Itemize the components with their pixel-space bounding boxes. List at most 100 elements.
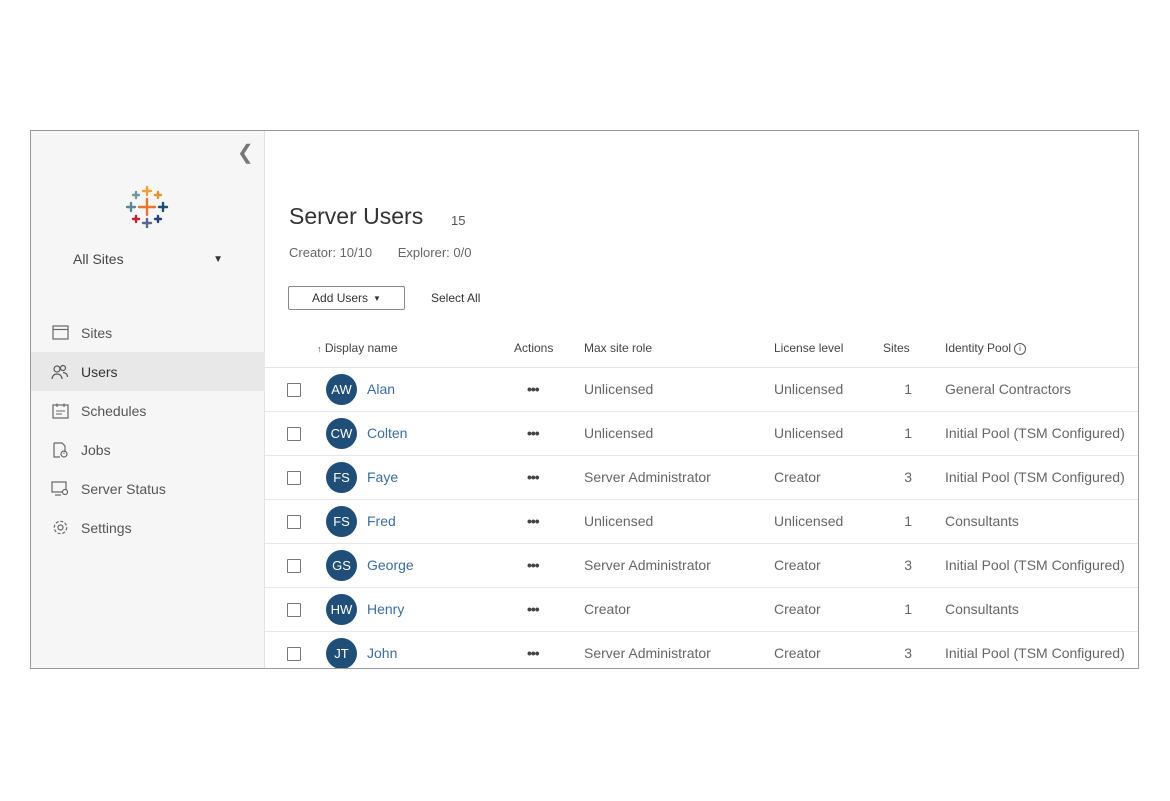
sidebar-item-label: Server Status — [81, 480, 166, 497]
column-header-actions[interactable]: Actions — [514, 341, 553, 355]
add-users-button[interactable]: Add Users ▼ — [288, 286, 405, 310]
table-row: HW Henry ••• Creator Creator 1 Consultan… — [265, 588, 1138, 632]
server-status-icon — [51, 480, 69, 498]
identity-pool: Initial Pool (TSM Configured) — [945, 557, 1125, 573]
sites-count: 1 — [904, 601, 912, 617]
add-users-label: Add Users — [312, 291, 369, 305]
column-header-identity-pool[interactable]: Identity Pool i — [945, 341, 1027, 355]
max-site-role: Unlicensed — [584, 381, 654, 397]
info-icon[interactable]: i — [1014, 342, 1027, 355]
main-content: Server Users 15 Creator: 10/10 Explorer:… — [265, 131, 1138, 668]
row-checkbox[interactable] — [287, 427, 301, 441]
table-row: JT John ••• Server Administrator Creator… — [265, 632, 1138, 668]
user-name-link[interactable]: Faye — [367, 469, 398, 485]
max-site-role: Creator — [584, 601, 631, 617]
more-actions-icon[interactable]: ••• — [527, 513, 540, 529]
row-checkbox[interactable] — [287, 471, 301, 485]
creator-license-count: Creator: 10/10 — [289, 245, 373, 260]
identity-pool: Consultants — [945, 601, 1019, 617]
sidebar-item-label: Jobs — [81, 441, 111, 458]
sidebar-item-settings[interactable]: Settings — [31, 508, 265, 547]
more-actions-icon[interactable]: ••• — [527, 645, 540, 661]
row-checkbox[interactable] — [287, 515, 301, 529]
user-name-link[interactable]: Henry — [367, 601, 404, 617]
sidebar-item-jobs[interactable]: Jobs — [31, 430, 265, 469]
identity-pool: Consultants — [945, 513, 1019, 529]
license-level: Creator — [774, 645, 821, 661]
identity-pool: Initial Pool (TSM Configured) — [945, 645, 1125, 661]
license-level: Creator — [774, 469, 821, 485]
sites-count: 1 — [904, 513, 912, 529]
table-row: FS Fred ••• Unlicensed Unlicensed 1 Cons… — [265, 500, 1138, 544]
tableau-logo — [125, 185, 169, 229]
column-header-sites[interactable]: Sites — [883, 341, 910, 355]
sidebar-item-label: Schedules — [81, 402, 147, 419]
sidebar-item-label: Sites — [81, 324, 113, 341]
page-title: Server Users — [289, 203, 424, 229]
table-row: GS George ••• Server Administrator Creat… — [265, 544, 1138, 588]
identity-pool: General Contractors — [945, 381, 1072, 397]
column-header-max-site-role[interactable]: Max site role — [584, 341, 652, 355]
sidebar-item-schedules[interactable]: Schedules — [31, 391, 265, 430]
row-checkbox[interactable] — [287, 603, 301, 617]
jobs-icon — [51, 441, 69, 459]
sidebar-item-users[interactable]: Users — [31, 352, 265, 391]
sites-count: 1 — [904, 381, 912, 397]
user-name-link[interactable]: John — [367, 645, 397, 661]
table-header: ↑ Display name Actions Max site role Lic… — [265, 327, 1138, 368]
max-site-role: Server Administrator — [584, 645, 711, 661]
user-name-link[interactable]: Alan — [367, 381, 395, 397]
column-label: Display name — [324, 341, 398, 355]
license-level: Creator — [774, 601, 821, 617]
more-actions-icon[interactable]: ••• — [527, 557, 540, 573]
row-checkbox[interactable] — [287, 647, 301, 661]
table-row: FS Faye ••• Server Administrator Creator… — [265, 456, 1138, 500]
explorer-license-count: Explorer: 0/0 — [397, 245, 472, 260]
site-selector[interactable]: All Sites ▼ — [73, 251, 223, 273]
select-all-button[interactable]: Select All — [431, 291, 480, 305]
row-checkbox[interactable] — [287, 383, 301, 397]
sidebar-item-server-status[interactable]: Server Status — [31, 469, 265, 508]
sites-icon — [51, 324, 69, 342]
max-site-role: Server Administrator — [584, 557, 711, 573]
sites-count: 3 — [904, 469, 912, 485]
avatar: FS — [326, 462, 357, 493]
more-actions-icon[interactable]: ••• — [527, 469, 540, 485]
avatar: AW — [326, 374, 357, 405]
sidebar-item-sites[interactable]: Sites — [31, 313, 265, 352]
users-table: ↑ Display name Actions Max site role Lic… — [265, 327, 1138, 668]
more-actions-icon[interactable]: ••• — [527, 601, 540, 617]
table-row: CW Colten ••• Unlicensed Unlicensed 1 In… — [265, 412, 1138, 456]
column-header-display-name[interactable]: ↑ Display name — [317, 341, 398, 355]
row-checkbox[interactable] — [287, 559, 301, 573]
license-summary: Creator: 10/10 Explorer: 0/0 — [289, 245, 493, 260]
sidebar-item-label: Users — [81, 363, 118, 380]
sidebar-item-label: Settings — [81, 519, 132, 536]
column-header-license-level[interactable]: License level — [774, 341, 843, 355]
user-name-link[interactable]: Fred — [367, 513, 396, 529]
more-actions-icon[interactable]: ••• — [527, 381, 540, 397]
user-name-link[interactable]: Colten — [367, 425, 407, 441]
license-level: Unlicensed — [774, 513, 844, 529]
users-icon — [51, 363, 69, 381]
calendar-icon — [51, 402, 69, 420]
avatar: FS — [326, 506, 357, 537]
identity-pool: Initial Pool (TSM Configured) — [945, 469, 1125, 485]
caret-down-icon: ▼ — [373, 293, 381, 303]
user-name-link[interactable]: George — [367, 557, 414, 573]
sidebar: ❮ All Sites ▼ Sites Users Schedules Jobs… — [31, 131, 265, 668]
sidebar-nav: Sites Users Schedules Jobs Server Status… — [31, 313, 265, 547]
max-site-role: Unlicensed — [584, 513, 654, 529]
more-actions-icon[interactable]: ••• — [527, 425, 540, 441]
max-site-role: Unlicensed — [584, 425, 654, 441]
table-row: AW Alan ••• Unlicensed Unlicensed 1 Gene… — [265, 368, 1138, 412]
site-selector-label: All Sites — [73, 251, 124, 267]
identity-pool: Initial Pool (TSM Configured) — [945, 425, 1125, 441]
app-frame: ❮ All Sites ▼ Sites Users Schedules Jobs… — [30, 130, 1139, 669]
user-count: 15 — [451, 213, 466, 228]
license-level: Creator — [774, 557, 821, 573]
avatar: GS — [326, 550, 357, 581]
license-level: Unlicensed — [774, 381, 844, 397]
avatar: HW — [326, 594, 357, 625]
collapse-sidebar-icon[interactable]: ❮ — [237, 143, 254, 163]
